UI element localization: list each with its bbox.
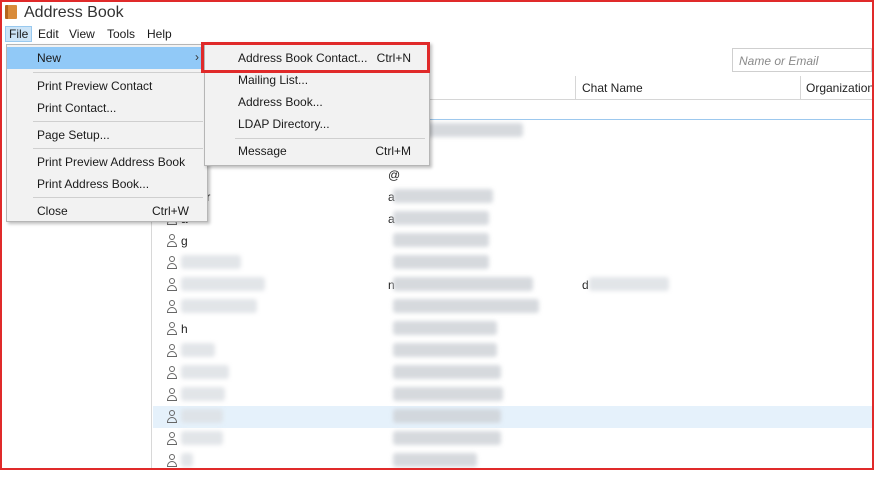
menu-item-shortcut: Ctrl+W (152, 204, 189, 218)
contact-row[interactable] (153, 450, 872, 468)
contact-person-icon (167, 432, 177, 445)
menu-help[interactable]: Help (144, 26, 175, 42)
menu-item-label: Address Book... (238, 95, 323, 109)
redacted-name (181, 387, 225, 401)
menu-item-label: Page Setup... (37, 128, 110, 142)
contact-row[interactable] (153, 252, 872, 274)
contact-person-icon (167, 300, 177, 313)
redacted-email (393, 365, 501, 379)
menu-item-label: Close (37, 204, 68, 218)
redacted-name (181, 343, 215, 357)
menu-file[interactable]: File (5, 26, 33, 42)
contact-person-icon (167, 234, 177, 247)
address-book-icon (5, 5, 17, 19)
contact-row[interactable]: h (153, 318, 872, 340)
menu-tools[interactable]: Tools (104, 26, 138, 42)
column-separator (575, 76, 576, 100)
file-menu-print-preview-address-book[interactable]: Print Preview Address Book (7, 151, 207, 173)
contact-person-icon (167, 278, 177, 291)
redacted-name (181, 453, 193, 467)
redacted-email (393, 233, 489, 247)
file-menu-print-address-book[interactable]: Print Address Book... (7, 173, 207, 195)
contact-row[interactable] (153, 406, 872, 428)
menu-item-label: Mailing List... (238, 73, 309, 87)
file-menu-print-preview-contact[interactable]: Print Preview Contact (7, 75, 207, 97)
menu-item-label: LDAP Directory... (238, 117, 330, 131)
title-bar: Address Book (2, 2, 872, 24)
redacted-email (393, 387, 503, 401)
menu-item-label: Message (238, 144, 287, 158)
file-menu-new[interactable]: New › (7, 47, 207, 69)
contact-person-icon (167, 454, 177, 467)
contact-name: h (181, 322, 188, 336)
redacted-email (393, 299, 539, 313)
address-book-window: Address Book File Edit View Tools Help N… (0, 0, 874, 470)
contact-row[interactable] (153, 340, 872, 362)
contact-row[interactable] (153, 362, 872, 384)
contact-row[interactable]: aa (153, 208, 872, 230)
contact-person-icon (167, 410, 177, 423)
search-placeholder: Name or Email (739, 54, 819, 68)
redacted-email (393, 321, 497, 335)
redacted-email (393, 189, 493, 203)
menu-bar: File Edit View Tools Help (2, 24, 872, 44)
menu-separator (33, 121, 203, 122)
menu-item-shortcut: Ctrl+M (375, 144, 411, 158)
contact-person-icon (167, 388, 177, 401)
contact-row[interactable]: g (153, 230, 872, 252)
new-message[interactable]: Message Ctrl+M (205, 140, 429, 162)
contact-name: g (181, 234, 188, 248)
redacted-email (393, 431, 501, 445)
redacted-name (181, 299, 257, 313)
contact-person-icon (167, 256, 177, 269)
contact-person-icon (167, 322, 177, 335)
menu-item-label: Print Preview Contact (37, 79, 153, 93)
redacted-name (181, 431, 223, 445)
chevron-right-icon: › (195, 50, 199, 64)
file-menu-close[interactable]: Close Ctrl+W (7, 200, 207, 222)
redacted-name (181, 365, 229, 379)
menu-separator (33, 197, 203, 198)
column-organization[interactable]: Organization (806, 81, 872, 95)
contact-row[interactable]: nd (153, 274, 872, 296)
redacted-email (393, 277, 533, 291)
contact-email: @ (388, 168, 401, 182)
file-menu-page-setup[interactable]: Page Setup... (7, 124, 207, 146)
new-ldap-directory[interactable]: LDAP Directory... (205, 113, 429, 135)
redacted-name (181, 255, 241, 269)
contact-chat-name: d (582, 278, 589, 292)
redacted-email (393, 343, 497, 357)
redacted-email (393, 409, 501, 423)
contact-row[interactable]: ag sira (153, 186, 872, 208)
file-menu-print-contact[interactable]: Print Contact... (7, 97, 207, 119)
redacted-email (393, 255, 489, 269)
contact-row[interactable]: @ (153, 164, 872, 186)
redacted-email (393, 211, 489, 225)
contact-person-icon (167, 366, 177, 379)
redacted-email (393, 453, 477, 467)
highlight-annotation-box (201, 42, 430, 73)
menu-item-label: Print Address Book... (37, 177, 150, 191)
file-menu: New › Print Preview Contact Print Contac… (6, 44, 208, 222)
new-address-book[interactable]: Address Book... (205, 91, 429, 113)
redacted-name (181, 277, 265, 291)
menu-separator (33, 148, 203, 149)
redacted-chat-name (589, 277, 669, 291)
menu-separator (33, 72, 203, 73)
search-input[interactable]: Name or Email (732, 48, 872, 72)
redacted-name (181, 409, 223, 423)
menu-item-label: Print Preview Address Book (37, 155, 186, 169)
column-separator (800, 76, 801, 100)
window-title: Address Book (24, 4, 124, 21)
menu-view[interactable]: View (66, 26, 98, 42)
menu-separator (235, 138, 425, 139)
contact-row[interactable] (153, 384, 872, 406)
contact-row[interactable] (153, 296, 872, 318)
menu-item-label: Print Contact... (37, 101, 117, 115)
file-menu-new-label: New (37, 51, 62, 65)
contact-row[interactable] (153, 428, 872, 450)
contact-person-icon (167, 344, 177, 357)
column-chat-name[interactable]: Chat Name (582, 81, 643, 95)
menu-edit[interactable]: Edit (35, 26, 62, 42)
